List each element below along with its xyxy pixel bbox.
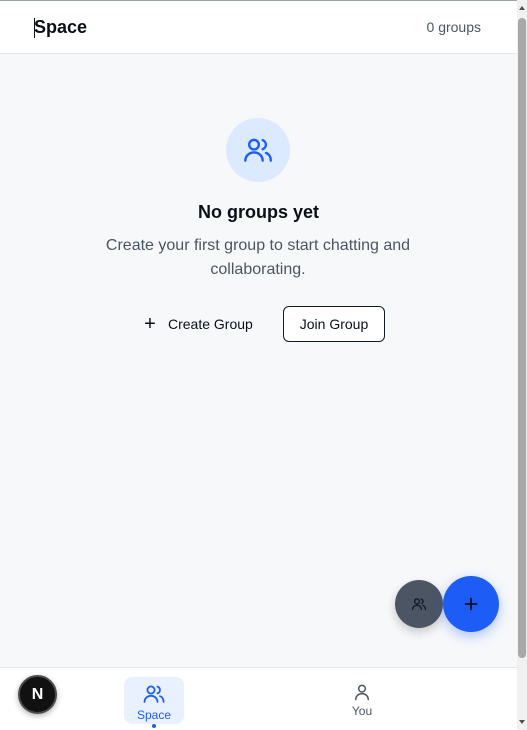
page-title: Space [34,17,88,37]
plus-icon: + [144,313,156,335]
create-group-label: Create Group [168,316,253,332]
scrollbar[interactable] [517,0,527,730]
bottom-nav: Space You [0,667,517,730]
dev-tools-badge[interactable]: N [18,675,57,714]
nav-item-label: Space [136,708,172,722]
app-header: Space 0 groups [0,1,517,54]
empty-state-users-icon [226,118,290,182]
dev-badge-letter: N [31,685,44,703]
active-indicator-dot [152,724,156,728]
empty-state-title: No groups yet [197,202,319,222]
join-group-button[interactable]: Join Group [283,306,385,342]
join-group-label: Join Group [299,316,369,332]
nav-item-label: You [351,704,373,718]
nav-item-you[interactable]: You [336,682,388,722]
nav-item-space[interactable]: Space [124,677,184,724]
groups-fab-button[interactable] [395,580,443,628]
group-count: 0 groups [426,19,481,35]
users-icon [143,685,165,703]
user-icon [355,684,369,701]
scroll-up-arrow-icon[interactable] [519,6,525,10]
scroll-down-arrow-icon[interactable] [519,720,525,724]
users-icon [412,598,427,610]
create-group-button[interactable]: + Create Group [134,306,272,342]
plus-icon [464,597,478,611]
add-fab-button[interactable] [443,576,499,632]
empty-state-description: Create your first group to start chattin… [105,237,411,278]
scrollbar-thumb[interactable] [518,18,526,658]
